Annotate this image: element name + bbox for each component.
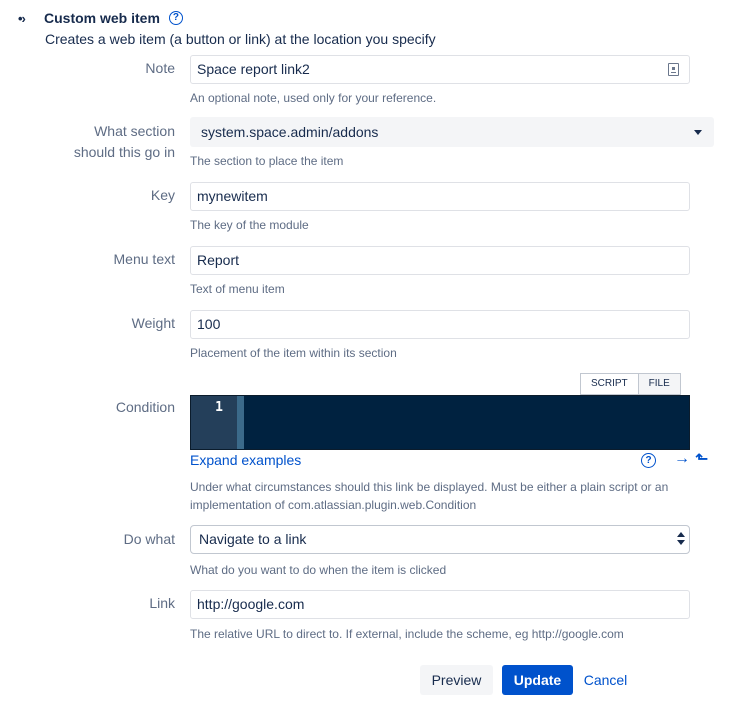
arrow-right-icon[interactable]: → bbox=[674, 450, 690, 468]
menu-text-description: Text of menu item bbox=[190, 282, 285, 296]
collapse-toggle-icon[interactable]: •› bbox=[18, 11, 44, 26]
section-label-line1: What section bbox=[94, 123, 175, 139]
condition-help-icon[interactable]: ? bbox=[641, 453, 656, 468]
do-what-select[interactable]: Navigate to a link bbox=[190, 525, 690, 554]
contact-card-icon bbox=[668, 63, 679, 76]
update-button[interactable]: Update bbox=[502, 665, 573, 695]
line-number: 1 bbox=[191, 396, 237, 449]
weight-description: Placement of the item within its section bbox=[190, 346, 397, 360]
do-what-description: What do you want to do when the item is … bbox=[190, 563, 447, 577]
do-what-value: Navigate to a link bbox=[199, 531, 307, 547]
note-label: Note bbox=[145, 60, 175, 76]
link-description: The relative URL to direct to. If extern… bbox=[190, 627, 624, 641]
link-input[interactable]: http://google.com bbox=[190, 590, 690, 619]
do-what-label: Do what bbox=[123, 531, 175, 547]
weight-input[interactable]: 100 bbox=[190, 310, 690, 339]
note-input[interactable]: Space report link2 bbox=[190, 55, 690, 84]
link-label: Link bbox=[149, 595, 175, 611]
tab-file[interactable]: FILE bbox=[638, 373, 681, 395]
section-value: system.space.admin/addons bbox=[201, 124, 379, 140]
key-label: Key bbox=[150, 187, 175, 203]
editor-cursor-bar bbox=[237, 396, 244, 449]
expand-examples-link[interactable]: Expand examples bbox=[190, 452, 301, 468]
section-select[interactable]: system.space.admin/addons bbox=[190, 117, 714, 147]
help-icon[interactable]: ? bbox=[168, 11, 183, 25]
cancel-button[interactable]: Cancel bbox=[578, 665, 633, 695]
key-description: The key of the module bbox=[190, 218, 309, 232]
section-description: The section to place the item bbox=[190, 154, 344, 168]
condition-description-line1: Under what circumstances should this lin… bbox=[190, 480, 669, 494]
section-label: What section should this go in bbox=[74, 121, 175, 163]
condition-description-line2: implementation of com.atlassian.plugin.w… bbox=[190, 498, 477, 512]
section-title: Custom web item bbox=[44, 10, 160, 26]
arrow-up-icon[interactable]: ⬑ bbox=[695, 449, 708, 469]
preview-button[interactable]: Preview bbox=[420, 665, 493, 695]
key-input[interactable]: mynewitem bbox=[190, 182, 690, 211]
chevron-down-icon bbox=[694, 130, 702, 135]
condition-description: Under what circumstances should this lin… bbox=[190, 478, 668, 514]
custom-web-item-header: •› Custom web item ? Creates a web item … bbox=[18, 8, 436, 47]
menu-text-label: Menu text bbox=[113, 251, 175, 267]
condition-tabs: SCRIPT FILE bbox=[580, 373, 681, 395]
note-value: Space report link2 bbox=[197, 61, 310, 77]
section-description: Creates a web item (a button or link) at… bbox=[45, 31, 436, 47]
note-description: An optional note, used only for your ref… bbox=[190, 91, 437, 105]
condition-code-editor[interactable]: 1 bbox=[190, 395, 690, 450]
weight-label: Weight bbox=[131, 315, 175, 331]
section-label-line2: should this go in bbox=[73, 144, 175, 160]
tab-script[interactable]: SCRIPT bbox=[580, 373, 639, 395]
menu-text-input[interactable]: Report bbox=[190, 246, 690, 275]
select-arrows-icon bbox=[677, 532, 685, 546]
condition-label: Condition bbox=[115, 399, 175, 415]
